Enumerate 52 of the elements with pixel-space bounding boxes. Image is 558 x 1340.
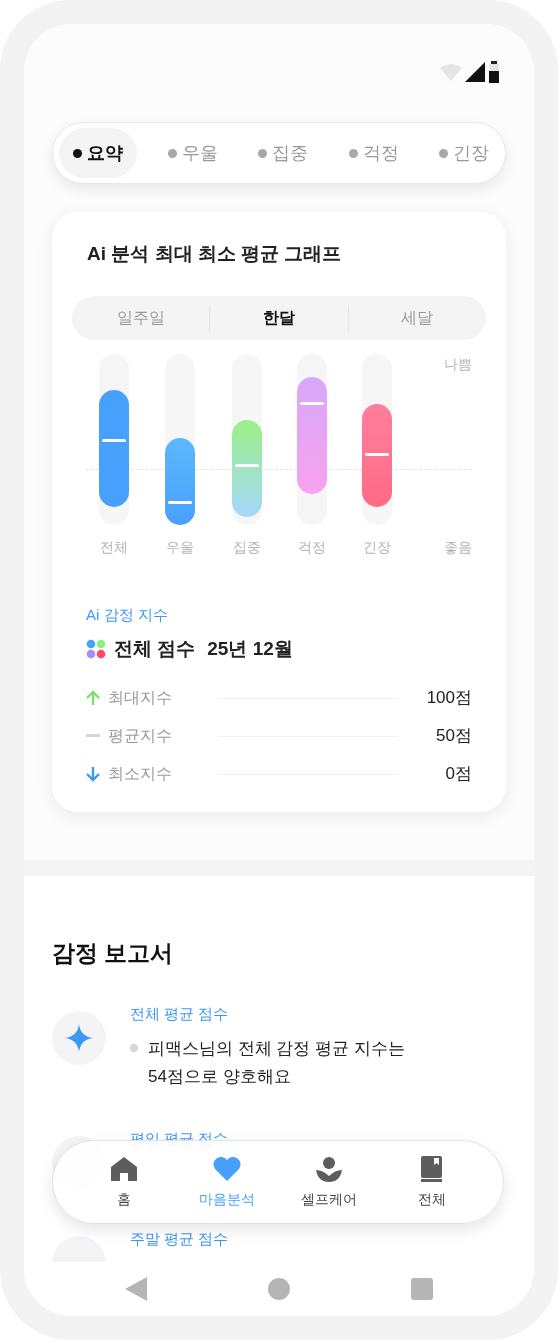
nav-tab[interactable]: 셀프케어 — [284, 1154, 375, 1210]
average-marker — [365, 453, 389, 456]
filter-tab[interactable]: 걱정 — [338, 128, 409, 178]
metric-value: 100점 — [425, 687, 472, 710]
bar-label: 긴장 — [363, 538, 391, 557]
wifi-icon — [440, 63, 462, 81]
filter-tab[interactable]: 요약 — [59, 128, 137, 178]
average-marker — [235, 464, 259, 467]
metric-value: 0점 — [444, 763, 472, 786]
average-marker — [102, 439, 126, 442]
score-title: 전체 점수 — [114, 636, 196, 661]
bar-label: 전체 — [100, 538, 128, 557]
period-tab[interactable]: 한달 — [210, 306, 348, 330]
section-label: Ai 감정 지수 — [85, 605, 169, 625]
battery-icon — [488, 61, 500, 83]
dash-icon — [86, 734, 100, 738]
bar-label: 집중 — [233, 538, 261, 557]
filter-tab[interactable]: 집중 — [248, 128, 318, 178]
back-icon[interactable] — [124, 1277, 147, 1301]
average-marker — [300, 402, 324, 405]
metric-label: 최소지수 — [108, 764, 173, 784]
colored-dots-icon — [86, 638, 106, 659]
report-text: 피맥스님의 전체 감정 평균 지수는 54점으로 양호해요 — [148, 1038, 406, 1088]
period-tab[interactable]: 세달 — [348, 306, 486, 330]
filter-tab[interactable]: 긴장 — [429, 128, 499, 178]
arrow-up-icon — [86, 690, 100, 706]
bar-label: 걱정 — [298, 538, 326, 557]
filter-tab[interactable]: 우울 — [157, 128, 228, 178]
metric-label: 평균지수 — [108, 726, 173, 746]
person-icon — [316, 1155, 343, 1182]
scale-label: 나쁨 — [444, 355, 472, 374]
nav-tab[interactable]: 마음분석 — [181, 1154, 272, 1210]
metric-value: 50점 — [435, 725, 472, 748]
period-tab[interactable]: 일주일 — [72, 306, 210, 330]
recents-icon[interactable] — [411, 1278, 434, 1300]
signal-icon — [465, 62, 485, 82]
nav-tab[interactable]: 홈 — [79, 1154, 170, 1210]
bar-label: 우울 — [166, 538, 194, 557]
scale-label: 좋음 — [444, 538, 472, 557]
home-icon — [111, 1156, 138, 1181]
score-period: 25년 12월 — [207, 636, 293, 661]
item-label: 전체 평균 점수 — [130, 1003, 230, 1024]
heart-icon — [212, 1156, 241, 1181]
item-label: 주말 평균 점수 — [130, 1228, 229, 1249]
home-icon[interactable] — [268, 1278, 290, 1300]
average-marker — [168, 501, 192, 504]
section-title: 감정 보고서 — [52, 939, 175, 968]
card-title: Ai 분석 최대 최소 평균 그래프 — [86, 242, 343, 266]
metric-label: 최대지수 — [108, 688, 173, 708]
arrow-down-icon — [86, 766, 100, 782]
nav-tab[interactable]: 전체 — [386, 1154, 477, 1210]
book-icon — [420, 1155, 443, 1182]
